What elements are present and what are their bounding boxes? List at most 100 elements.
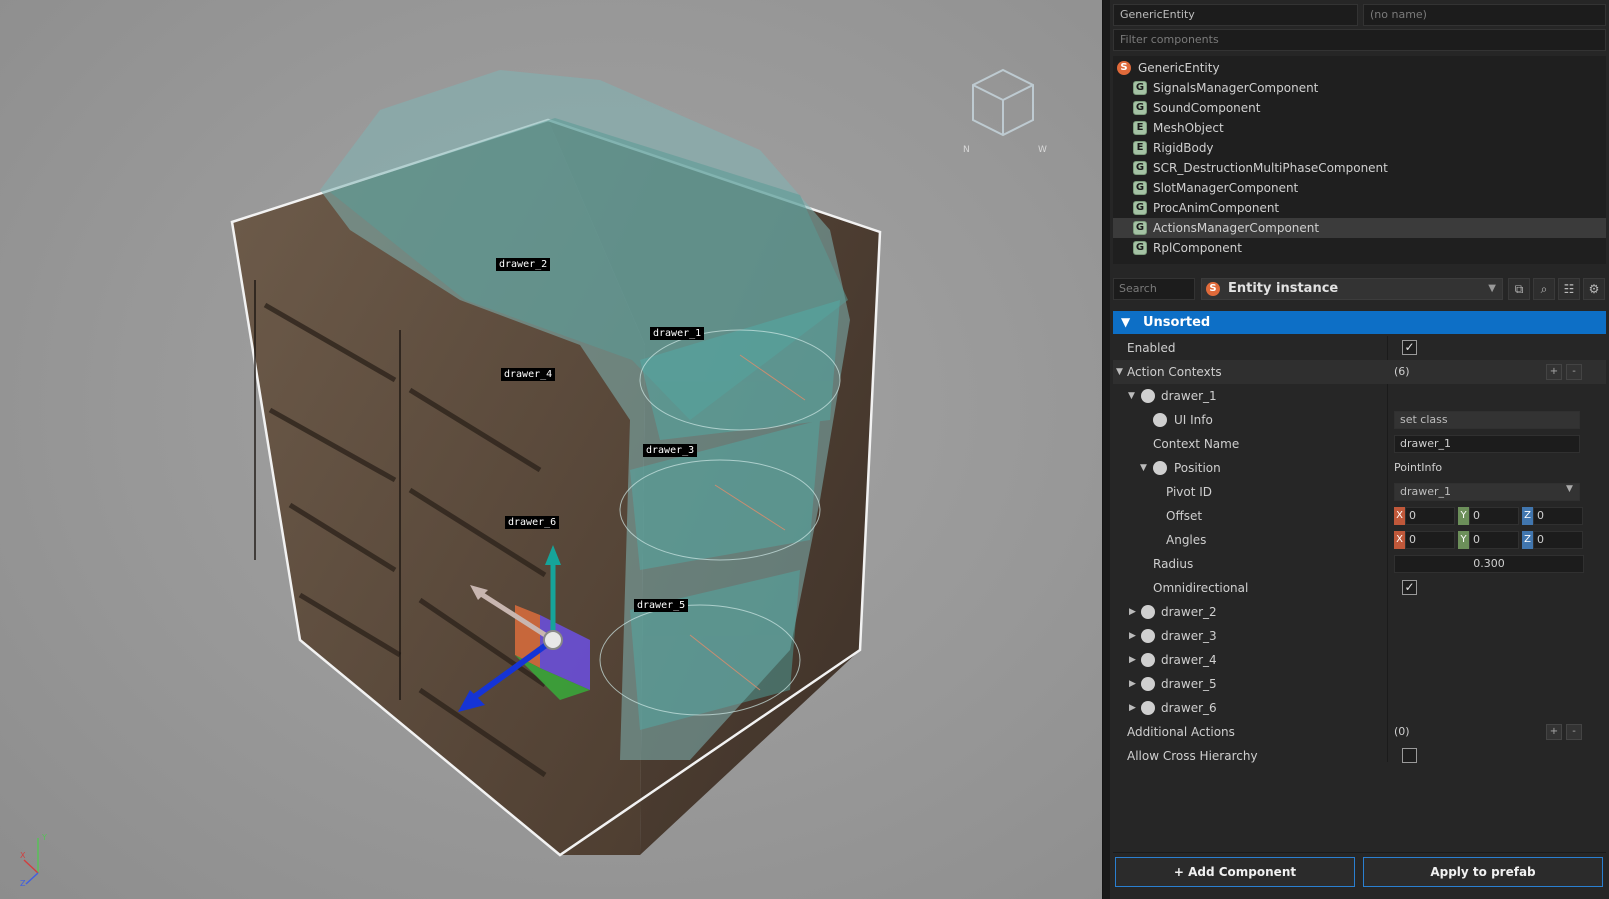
- x-axis-tag: X: [1394, 531, 1405, 549]
- prop-omnidirectional: Omnidirectional ✓: [1113, 576, 1606, 600]
- prop-position[interactable]: ▼ Position PointInfo: [1113, 456, 1606, 480]
- enabled-checkbox[interactable]: ✓: [1402, 340, 1417, 355]
- component-destruction-multiphase[interactable]: G SCR_DestructionMultiPhaseComponent: [1113, 158, 1606, 178]
- object-circle-icon: [1141, 605, 1155, 619]
- hierarchy-button[interactable]: ☷: [1558, 278, 1580, 300]
- game-component-badge-icon: G: [1133, 201, 1147, 215]
- chevron-right-icon[interactable]: ▶: [1129, 696, 1136, 720]
- array-add-button[interactable]: +: [1546, 364, 1562, 380]
- chevron-down-icon[interactable]: ▼: [1128, 384, 1135, 408]
- game-component-badge-icon: G: [1133, 161, 1147, 175]
- component-signals-manager[interactable]: G SignalsManagerComponent: [1113, 78, 1606, 98]
- scene-render: [230, 70, 882, 857]
- panel-splitter[interactable]: [1102, 0, 1110, 899]
- prop-additional-actions: Additional Actions (0) + -: [1113, 720, 1606, 744]
- angles-y-input[interactable]: 0: [1469, 531, 1519, 549]
- section-unsorted-header[interactable]: ▼ Unsorted: [1113, 311, 1606, 334]
- search-button[interactable]: ⌕: [1533, 278, 1555, 300]
- array-count: (6): [1394, 365, 1410, 378]
- entity-properties-panel: GenericEntity (no name) Filter component…: [1110, 0, 1609, 899]
- component-mesh-object[interactable]: E MeshObject: [1113, 118, 1606, 138]
- settings-button[interactable]: ⚙: [1583, 278, 1605, 300]
- game-component-badge-icon: G: [1133, 101, 1147, 115]
- 3d-viewport[interactable]: drawer_2 drawer_1 drawer_4 drawer_3 draw…: [0, 0, 1102, 899]
- viewport-label-drawer-1: drawer_1: [650, 327, 705, 340]
- prop-label: drawer_6: [1161, 701, 1217, 715]
- prop-drawer-2[interactable]: ▶ drawer_2: [1113, 600, 1606, 624]
- script-badge-icon: S: [1117, 61, 1131, 75]
- prop-drawer-3[interactable]: ▶ drawer_3: [1113, 624, 1606, 648]
- prop-drawer-4[interactable]: ▶ drawer_4: [1113, 648, 1606, 672]
- properties-search-input[interactable]: Search: [1113, 278, 1195, 300]
- component-slot-manager[interactable]: G SlotManagerComponent: [1113, 178, 1606, 198]
- prop-ui-info: UI Info set class: [1113, 408, 1606, 432]
- component-label: SCR_DestructionMultiPhaseComponent: [1153, 161, 1388, 175]
- prop-drawer-6[interactable]: ▶ drawer_6: [1113, 696, 1606, 720]
- chevron-right-icon[interactable]: ▶: [1129, 648, 1136, 672]
- filter-components-input[interactable]: Filter components: [1113, 29, 1606, 51]
- component-actions-manager[interactable]: G ActionsManagerComponent: [1113, 218, 1606, 238]
- open-external-button[interactable]: ⧉: [1508, 278, 1530, 300]
- prop-label: drawer_5: [1161, 677, 1217, 691]
- object-circle-icon: [1153, 461, 1167, 475]
- entity-mode-dropdown[interactable]: S Entity instance ▼: [1201, 278, 1503, 300]
- chevron-right-icon[interactable]: ▶: [1129, 600, 1136, 624]
- chevron-down-icon[interactable]: ▼: [1116, 360, 1123, 384]
- array-count: (0): [1394, 725, 1410, 738]
- prop-label: drawer_4: [1161, 653, 1217, 667]
- navigation-cube-icon[interactable]: N W: [958, 60, 1048, 160]
- context-name-input[interactable]: drawer_1: [1394, 435, 1580, 453]
- component-rigid-body[interactable]: E RigidBody: [1113, 138, 1606, 158]
- prop-label: Context Name: [1153, 437, 1240, 451]
- prop-drawer-1[interactable]: ▼ drawer_1: [1113, 384, 1606, 408]
- viewport-label-drawer-3: drawer_3: [643, 444, 698, 457]
- array-remove-button[interactable]: -: [1566, 724, 1582, 740]
- component-generic-entity[interactable]: S GenericEntity: [1113, 58, 1606, 78]
- array-remove-button[interactable]: -: [1566, 364, 1582, 380]
- y-axis-tag: Y: [1458, 531, 1469, 549]
- component-proc-anim[interactable]: G ProcAnimComponent: [1113, 198, 1606, 218]
- angles-x-input[interactable]: 0: [1405, 531, 1455, 549]
- chevron-down-icon[interactable]: ▼: [1140, 456, 1147, 480]
- component-label: RplComponent: [1153, 241, 1242, 255]
- svg-text:Y: Y: [41, 833, 47, 842]
- x-axis-tag: X: [1394, 507, 1405, 525]
- open-external-icon: ⧉: [1514, 282, 1524, 296]
- offset-z-input[interactable]: 0: [1533, 507, 1583, 525]
- array-add-button[interactable]: +: [1546, 724, 1562, 740]
- allow-cross-hierarchy-checkbox[interactable]: [1402, 748, 1417, 763]
- component-label: SoundComponent: [1153, 101, 1261, 115]
- entity-class-field[interactable]: GenericEntity: [1113, 4, 1358, 26]
- component-rpl[interactable]: G RplComponent: [1113, 238, 1606, 258]
- component-label: MeshObject: [1153, 121, 1224, 135]
- offset-x-input[interactable]: 0: [1405, 507, 1455, 525]
- omnidirectional-checkbox[interactable]: ✓: [1402, 580, 1417, 595]
- component-label: GenericEntity: [1138, 61, 1220, 75]
- pivot-id-select[interactable]: drawer_1: [1394, 483, 1580, 501]
- prop-angles: Angles X 0 Y 0 Z 0: [1113, 528, 1606, 552]
- add-component-button[interactable]: + Add Component: [1115, 857, 1355, 887]
- viewport-label-drawer-6: drawer_6: [505, 516, 560, 529]
- entity-name-field[interactable]: (no name): [1363, 4, 1606, 26]
- y-axis-tag: Y: [1458, 507, 1469, 525]
- game-component-badge-icon: G: [1133, 221, 1147, 235]
- offset-y-input[interactable]: 0: [1469, 507, 1519, 525]
- chevron-right-icon[interactable]: ▶: [1129, 624, 1136, 648]
- prop-allow-cross-hierarchy: Allow Cross Hierarchy: [1113, 744, 1606, 768]
- prop-drawer-5[interactable]: ▶ drawer_5: [1113, 672, 1606, 696]
- ui-info-class-button[interactable]: set class: [1394, 411, 1580, 429]
- component-label: RigidBody: [1153, 141, 1214, 155]
- angles-z-input[interactable]: 0: [1533, 531, 1583, 549]
- position-class: PointInfo: [1394, 461, 1443, 474]
- prop-label: Radius: [1153, 557, 1194, 571]
- component-sound[interactable]: G SoundComponent: [1113, 98, 1606, 118]
- radius-input[interactable]: 0.300: [1394, 555, 1584, 573]
- prop-label: Action Contexts: [1127, 365, 1222, 379]
- world-axis-icon: Y X Z: [20, 833, 47, 888]
- prop-label: drawer_3: [1161, 629, 1217, 643]
- prop-action-contexts[interactable]: ▼ Action Contexts (6) + -: [1113, 360, 1606, 384]
- search-icon: ⌕: [1540, 282, 1548, 296]
- apply-to-prefab-button[interactable]: Apply to prefab: [1363, 857, 1603, 887]
- chevron-right-icon[interactable]: ▶: [1129, 672, 1136, 696]
- prop-label: Offset: [1166, 509, 1203, 523]
